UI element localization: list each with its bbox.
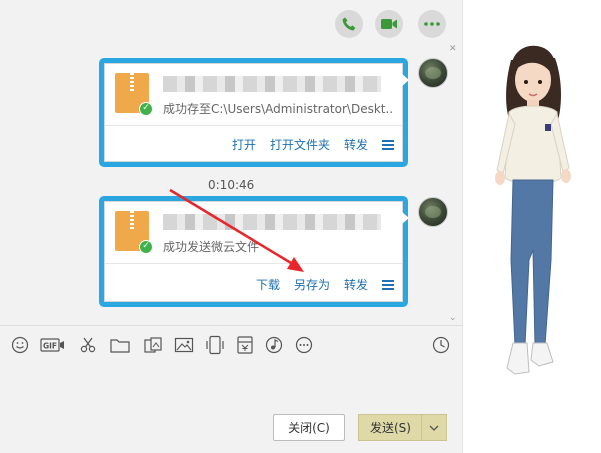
divider (105, 125, 402, 126)
avatar-character-image (495, 45, 571, 375)
message-history-button[interactable] (430, 335, 452, 355)
file-actions: 下载 另存为 转发 (256, 276, 394, 293)
file-status-text: 成功发送微云文件 (163, 240, 260, 254)
screenshot-button[interactable] (77, 335, 99, 355)
emoji-icon (11, 336, 29, 354)
phone-screen-icon (206, 335, 224, 355)
file-name-blurred (163, 214, 381, 230)
folder-icon (110, 339, 130, 353)
download-link[interactable]: 下载 (256, 276, 280, 293)
file-message-bubble[interactable]: ✓ 成功存至C:\Users\Administrator\Deskt... 打开… (104, 63, 409, 162)
emoji-button[interactable] (9, 335, 31, 355)
video-call-button[interactable] (375, 10, 403, 38)
input-toolbar: GIF (0, 325, 462, 363)
scroll-down-arrow[interactable]: ⌄ (449, 313, 457, 323)
gift-icon (237, 336, 253, 354)
send-options-button[interactable] (421, 414, 447, 441)
red-packet-button[interactable] (234, 335, 256, 355)
menu-icon[interactable] (382, 139, 394, 150)
chevron-down-icon (429, 425, 439, 431)
scissors-icon (80, 337, 96, 353)
gif-button[interactable]: GIF (40, 335, 66, 355)
music-icon (265, 336, 283, 354)
menu-icon[interactable] (382, 279, 394, 290)
success-check-icon: ✓ (139, 240, 153, 254)
file-name-blurred (163, 76, 381, 92)
more-circle-icon (295, 336, 313, 354)
sender-avatar[interactable] (418, 197, 448, 227)
clock-icon (432, 336, 450, 354)
more-options-button[interactable] (418, 10, 446, 38)
send-picture-button[interactable] (173, 335, 195, 355)
file-actions: 打开 打开文件夹 转发 (232, 136, 394, 153)
image-group-button[interactable] (142, 335, 164, 355)
more-icon (424, 22, 440, 26)
close-button[interactable]: 关闭(C) (273, 414, 345, 441)
file-message-bubble[interactable]: ✓ 成功发送微云文件 下载 另存为 转发 (104, 201, 409, 302)
send-button[interactable]: 发送(S) (358, 414, 422, 441)
open-link[interactable]: 打开 (232, 136, 256, 153)
video-icon (381, 19, 397, 29)
gif-icon: GIF (40, 338, 64, 352)
picture-icon (174, 337, 194, 353)
phone-icon (342, 17, 356, 31)
zip-file-icon: ✓ (115, 211, 153, 254)
scroll-up-arrow[interactable]: ✕ (449, 44, 457, 54)
forward-link[interactable]: 转发 (344, 276, 368, 293)
success-check-icon: ✓ (139, 102, 153, 116)
open-folder-link[interactable]: 打开文件夹 (270, 136, 330, 153)
music-button[interactable] (263, 335, 285, 355)
send-file-button[interactable] (109, 335, 131, 355)
avatar-show-panel (462, 0, 601, 453)
message-timestamp: 0:10:46 (208, 178, 255, 192)
phone-call-button[interactable] (335, 10, 363, 38)
chat-panel: ✕ ✓ 成功存至C:\Users\Administrator\Deskt... … (0, 0, 462, 453)
message-input[interactable] (0, 363, 462, 407)
file-status-text: 成功存至C:\Users\Administrator\Deskt... (163, 102, 393, 116)
forward-link[interactable]: 转发 (344, 136, 368, 153)
screen-share-button[interactable] (204, 335, 226, 355)
gif-label: GIF (43, 342, 57, 351)
more-tools-button[interactable] (293, 335, 315, 355)
sender-avatar[interactable] (418, 58, 448, 88)
zip-file-icon: ✓ (115, 73, 153, 116)
save-as-link[interactable]: 另存为 (294, 276, 330, 293)
image-group-icon (144, 337, 162, 353)
divider (105, 263, 402, 264)
